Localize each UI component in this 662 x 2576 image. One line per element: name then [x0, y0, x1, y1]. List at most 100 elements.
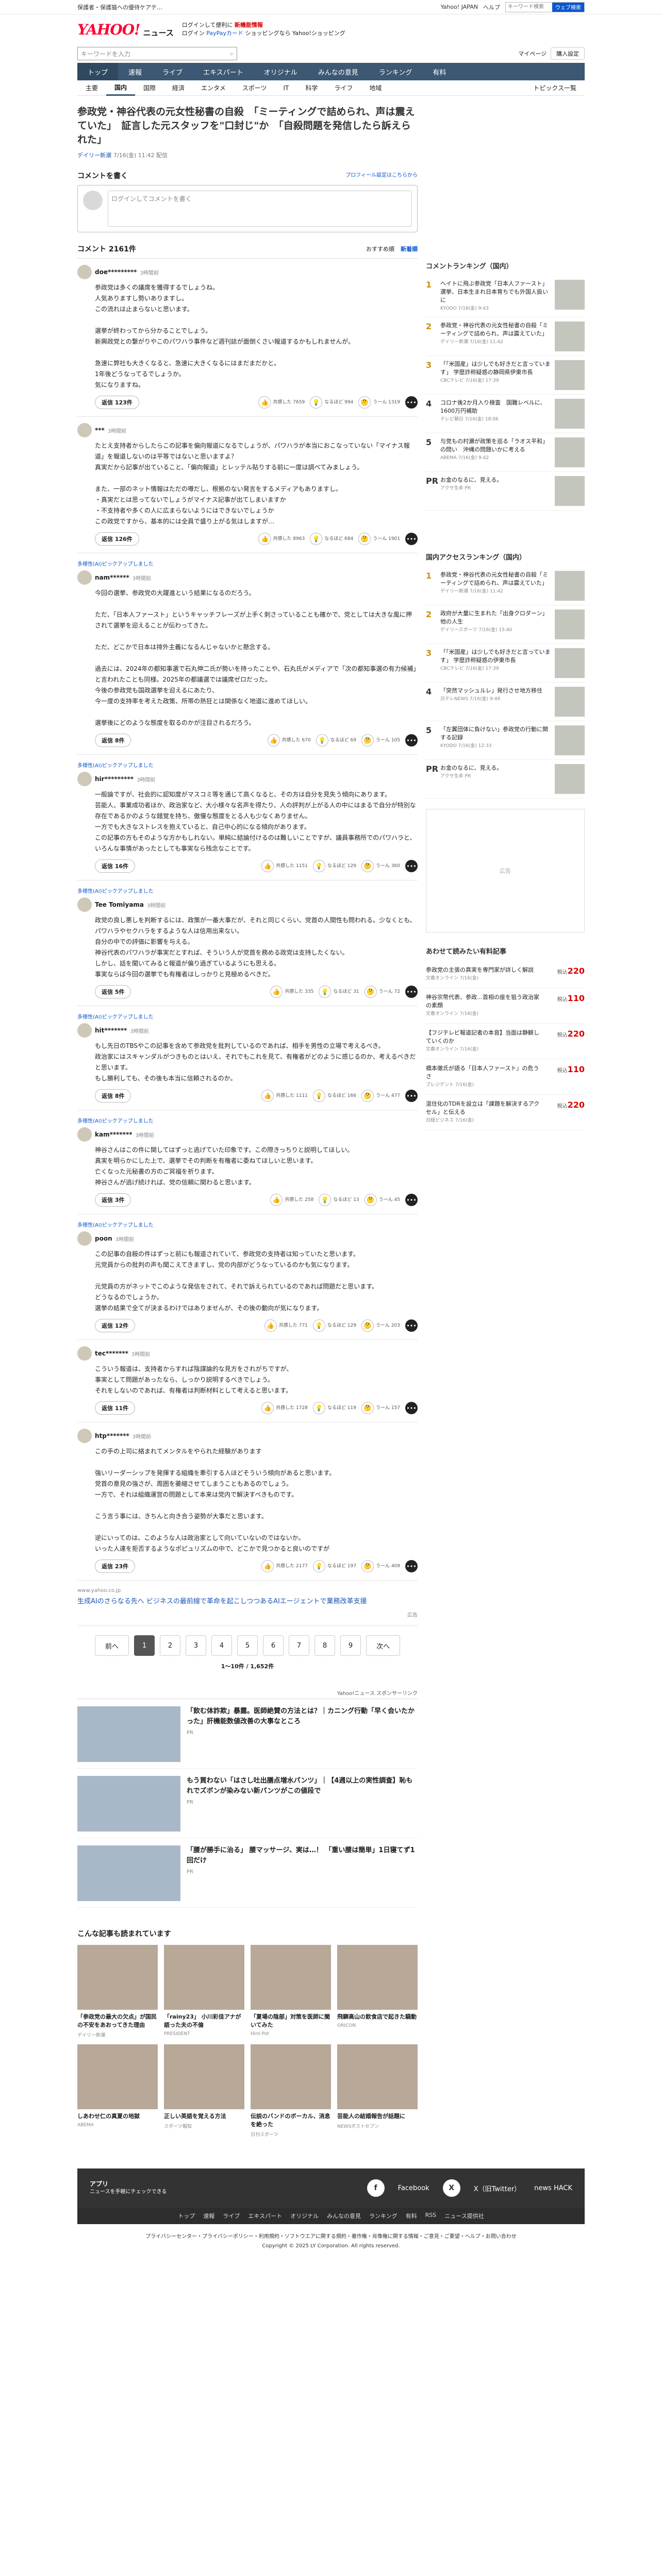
news-search-input[interactable]: キーワードを入力 ⌕: [77, 47, 237, 60]
ad-image[interactable]: [77, 1776, 180, 1832]
card-thumbnail[interactable]: [337, 2044, 418, 2109]
source-name[interactable]: デイリー新潮: [77, 152, 111, 159]
card-title[interactable]: 芸能人の結婚報告が話題に: [337, 2112, 418, 2121]
ad-title[interactable]: 「腰が勝手に治る」 腰マッサージ、実は…！ 「重い腰は簡単」1日寝てず1回だけ: [187, 1845, 418, 1866]
card-thumbnail[interactable]: [164, 1945, 244, 2010]
more-options-icon[interactable]: •••: [405, 734, 418, 747]
sub-nav-item[interactable]: 科学: [297, 80, 326, 96]
rank-title[interactable]: 参政党・神谷代表の元女性秘書の自殺「ミーティングで詰められ、声は震えていた」: [440, 571, 551, 587]
footer-link[interactable]: 有料: [406, 2212, 417, 2220]
global-nav-item[interactable]: エキスパート: [193, 63, 254, 80]
reaction-button[interactable]: 🤔 うーん 360: [361, 860, 400, 872]
page-number[interactable]: 6: [263, 1635, 284, 1656]
ranking-item[interactable]: 3 「「米国産」は少しでも好きだと言っています」 学歴詐称疑惑の伊東市長 CBCテレ…: [426, 644, 585, 683]
reply-button[interactable]: 返信 123件: [95, 396, 139, 409]
recommended-card[interactable]: 「夏場の陰部」対策を医師に聞いてみた Hint-Pot: [251, 1945, 331, 2038]
rank-title[interactable]: 「「米国産」は少しでも好きだと言っています」 学歴詐称疑惑の静岡県伊東市長: [440, 360, 551, 377]
more-options-icon[interactable]: •••: [405, 1560, 418, 1572]
comment-author[interactable]: hit*******: [95, 1027, 127, 1034]
page-number[interactable]: 9: [340, 1635, 361, 1656]
reply-button[interactable]: 返信 11件: [95, 1401, 136, 1415]
facebook-link[interactable]: Facebook: [398, 2184, 429, 2192]
rank-thumbnail[interactable]: [555, 725, 585, 755]
sub-nav-item[interactable]: 国際: [135, 80, 164, 96]
x-icon[interactable]: X: [442, 2179, 460, 2197]
comment-author[interactable]: doe*********: [95, 268, 137, 276]
sub-nav-item[interactable]: 国内: [106, 80, 136, 96]
rank-title[interactable]: お金のなるに、見える。: [440, 476, 551, 484]
reaction-button[interactable]: 👍 共感した 335: [270, 986, 313, 998]
page-number[interactable]: 5: [237, 1635, 258, 1656]
reaction-button[interactable]: 💡 なるほど 166: [312, 1090, 356, 1102]
global-nav-item[interactable]: ランキング: [369, 63, 423, 80]
app-promo[interactable]: アプリ ニュースを手軽にチェックできる: [90, 2180, 354, 2196]
ranking-item[interactable]: 1 ヘイトに飛ぶ参政党「日本人ファースト」選挙、日本生まれ日本育ちでも外国人扱いに…: [426, 276, 585, 317]
rank-thumbnail[interactable]: [555, 609, 585, 639]
reaction-button[interactable]: 🤔 うーん 157: [361, 1402, 400, 1414]
ranking-item[interactable]: 2 参政党・神谷代表の元女性秘書の自殺「ミーティングで詰められ、声は震えていた」デ…: [426, 317, 585, 356]
reaction-button[interactable]: 👍 共感した 1728: [261, 1402, 308, 1414]
reaction-button[interactable]: 🤔 うーん 72: [364, 986, 400, 998]
rank-thumbnail[interactable]: [555, 648, 585, 678]
help-link[interactable]: ヘルプ: [483, 3, 500, 11]
comment-author[interactable]: htp*******: [95, 1432, 129, 1439]
reply-button[interactable]: 返信 8件: [95, 734, 131, 747]
footer-link[interactable]: ランキング: [369, 2212, 398, 2220]
global-nav-item[interactable]: 速報: [118, 63, 152, 80]
footer-link[interactable]: RSS: [425, 2212, 437, 2220]
card-title[interactable]: 正しい英語を覚える方法: [164, 2112, 244, 2121]
paid-article[interactable]: 【フジテレビ報道記者の本音】当面は静観していくのか 文春オンライン 7/16(金)…: [426, 1024, 585, 1059]
ranking-item[interactable]: 4 コロナ後2か月入り検査 国難レベルに、1600万円補助 テレビ朝日 7/16(金…: [426, 395, 585, 433]
more-options-icon[interactable]: •••: [405, 860, 418, 872]
reaction-button[interactable]: 💡 なるほど 31: [319, 986, 359, 998]
card-thumbnail[interactable]: [251, 2044, 331, 2109]
recommended-card[interactable]: 伝説のバンドのボーカル、消息を絶った 日刊スポーツ: [251, 2044, 331, 2138]
rank-thumbnail[interactable]: [555, 571, 585, 601]
sponsored-ad[interactable]: 「飲む体詐欺」暴露。医師絶賛の方法とは？｜カニング行動「早く会いたかった」肝機能…: [77, 1706, 418, 1769]
footer-link[interactable]: エキスパート: [248, 2212, 282, 2220]
sub-nav-item[interactable]: スポーツ: [234, 80, 275, 96]
recommended-card[interactable]: 飛騨高山の飲食店で起きた騒動 ORICON: [337, 1945, 418, 2038]
paid-title[interactable]: 参政党の主張の真実を専門家が詳しく解説: [426, 966, 544, 974]
footer-link[interactable]: ニュース提供社: [444, 2212, 484, 2220]
article-title[interactable]: 参政党・神谷代表の元女性秘書の自殺 「ミーティングで詰められ、声は震えていた」 …: [77, 105, 418, 147]
reaction-button[interactable]: 💡 なるほど 13: [319, 1194, 359, 1206]
promo-ad[interactable]: www.yahoo.co.jp 生成AIのさらなる先へ ビジネスの最前線で革命を…: [77, 1581, 418, 1626]
sub-nav-item[interactable]: ライフ: [326, 80, 361, 96]
reaction-button[interactable]: 👍 共感した 7659: [258, 396, 305, 409]
card-title[interactable]: 飛騨高山の飲食店で起きた騒動: [337, 2013, 418, 2021]
card-title[interactable]: 「rainy23」 小川彩佳アナが語った夫の不倫: [164, 2013, 244, 2029]
more-options-icon[interactable]: •••: [405, 396, 418, 409]
recommended-card[interactable]: 「参政党の最大の欠点」が国民の不安をあおってきた理由 デイリー新潮: [77, 1945, 158, 2038]
reaction-button[interactable]: 🤔 うーん 105: [361, 734, 400, 747]
reaction-button[interactable]: 👍 共感した 8963: [258, 533, 305, 545]
rank-title[interactable]: 参政党・神谷代表の元女性秘書の自殺「ミーティングで詰められ、声は震えていた」: [440, 321, 551, 338]
comment-textarea[interactable]: ログインしてコメントを書く: [108, 191, 412, 227]
reaction-button[interactable]: 🤔 うーん 477: [361, 1090, 400, 1102]
rank-title[interactable]: 「「米国産」は少しでも好きだと言っています」 学歴詐称疑惑の伊東市長: [440, 648, 551, 665]
sort-newest[interactable]: 新着順: [401, 245, 418, 253]
sponsored-ad[interactable]: もう買わない「はさし吐出膳点増水パンツ」｜【4週以上の実性調査】恥もれでズボンが…: [77, 1776, 418, 1838]
topics-list-link[interactable]: トピックス一覧: [525, 80, 585, 96]
comment-author[interactable]: tec*******: [95, 1350, 128, 1357]
facebook-icon[interactable]: f: [367, 2179, 385, 2197]
ranking-item[interactable]: 5 「左翼団体に負けない」参政党の行動に関する記録 KYODO 7/16(金) 1…: [426, 721, 585, 760]
comment-author[interactable]: nam******: [95, 574, 129, 581]
news-hack-link[interactable]: news HACK: [534, 2184, 572, 2192]
card-thumbnail[interactable]: [77, 1945, 158, 2010]
footer-link[interactable]: 速報: [203, 2212, 214, 2220]
reply-button[interactable]: 返信 126件: [95, 532, 139, 546]
ranking-item[interactable]: 4 「突然マッシュルレ」発行させ地方移住 日テレNEWS 7/16(金) 9:48: [426, 683, 585, 721]
page-number[interactable]: 8: [315, 1635, 335, 1656]
reply-button[interactable]: 返信 3件: [95, 1193, 131, 1207]
reaction-button[interactable]: 🤔 うーん 203: [361, 1319, 400, 1332]
card-thumbnail[interactable]: [164, 2044, 244, 2109]
global-nav-item[interactable]: オリジナル: [254, 63, 308, 80]
sponsored-ad[interactable]: 「腰が勝手に治る」 腰マッサージ、実は…！ 「重い腰は簡単」1日寝てず1回だけ P…: [77, 1845, 418, 1908]
rank-title[interactable]: お金のなるに、見える。: [440, 764, 551, 772]
card-thumbnail[interactable]: [77, 2044, 158, 2109]
paid-title[interactable]: 【フジテレビ報道記者の本音】当面は静観していくのか: [426, 1029, 544, 1045]
ranking-item[interactable]: 2 政府が大量に生まれた「出身クロダーン」他の人生 デイリースポーツ 7/16(金)…: [426, 605, 585, 644]
reply-button[interactable]: 返信 16件: [95, 859, 136, 873]
reaction-button[interactable]: 👍 共感した 1111: [261, 1090, 308, 1102]
